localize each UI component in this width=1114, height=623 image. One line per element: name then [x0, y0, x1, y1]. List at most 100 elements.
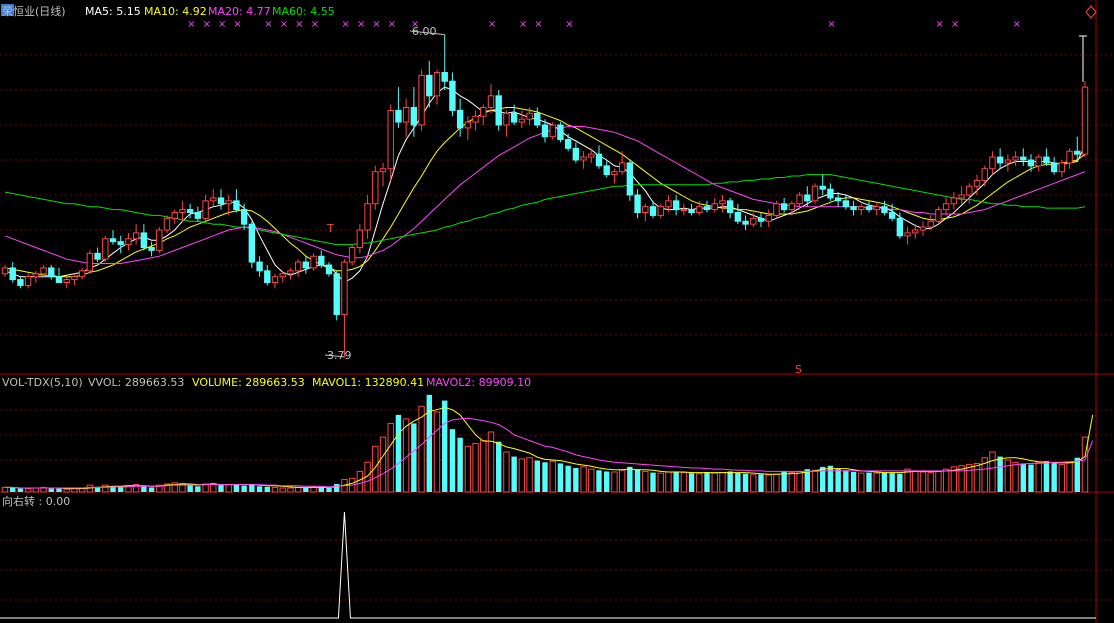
candle-body: [541, 124, 549, 138]
candle-body: [603, 165, 610, 176]
volume-bar: [735, 472, 741, 492]
signal-x-marker: ×: [264, 19, 272, 30]
candle-body: [1004, 159, 1012, 164]
candle-body: [564, 139, 572, 149]
volume-bar: [665, 471, 672, 493]
candle-body: [63, 279, 70, 284]
volume-bar: [534, 460, 540, 492]
candle-body: [310, 255, 317, 269]
volume-bar: [287, 487, 294, 493]
candle-body: [102, 238, 109, 260]
stock-chart: × × × × × × × × × × × × × × × × × × × × × 荣恒业(日线) MA5: 5.15 …: [0, 0, 1114, 623]
volume-bar: [973, 462, 981, 493]
candle-body: [912, 229, 919, 234]
signal-x-marker: ×: [534, 19, 542, 30]
candle-body: [742, 220, 749, 225]
candle-body: [1066, 150, 1073, 164]
candle-body: [750, 217, 757, 225]
candle-body: [819, 185, 826, 190]
signal-x-marker: ×: [488, 19, 496, 30]
candle-body: [279, 273, 286, 278]
candle-body: [711, 203, 718, 211]
volume-bar: [102, 484, 109, 493]
candle-body: [410, 107, 418, 126]
candle-body: [580, 156, 587, 161]
signal-x-marker: ×: [295, 19, 303, 30]
vvol-label: VVOL: 289663.53: [88, 376, 184, 389]
candle-body: [611, 171, 618, 176]
candle-body: [672, 200, 680, 211]
volume-bar: [912, 470, 919, 493]
volume-bar: [858, 472, 865, 493]
candle-body: [1043, 156, 1050, 164]
candle-body: [665, 200, 672, 208]
volume-bar: [233, 484, 240, 492]
volume-bar: [897, 473, 903, 492]
candle-body: [1081, 86, 1089, 155]
candle-body: [433, 72, 441, 97]
candle-body: [379, 168, 387, 173]
volume-bar: [796, 470, 803, 493]
volume-bar: [1004, 459, 1012, 493]
candle-body: [487, 95, 495, 109]
volume-header: VOL-TDX(5,10) VVOL: 289663.53 VOLUME: 28…: [2, 376, 531, 389]
volume-bar: [1043, 461, 1050, 492]
candle-body: [996, 156, 1004, 164]
candle-body: [372, 171, 379, 205]
candle-body: [919, 226, 927, 231]
volume-bar: [696, 473, 703, 493]
candle-body: [418, 74, 425, 126]
candle-body: [202, 200, 209, 219]
candle-body: [78, 270, 86, 278]
volume-bar: [966, 464, 973, 493]
volume-bar: [225, 484, 232, 493]
candle-body: [757, 217, 765, 222]
volume-bar: [118, 486, 124, 492]
candle-body: [449, 80, 456, 111]
volume-bar: [727, 471, 733, 492]
candle-body: [495, 95, 502, 126]
volume-bar: [688, 473, 695, 492]
candle-body: [927, 220, 934, 228]
candle-body: [618, 162, 626, 173]
volume-bar: [10, 488, 16, 492]
candle-body: [680, 209, 688, 212]
signal-x-marker: ×: [357, 19, 365, 30]
candle-body: [510, 112, 518, 123]
candle-body: [1050, 162, 1058, 173]
candle-body: [634, 194, 641, 213]
volume-bar: [549, 460, 556, 493]
volume-bar: [788, 472, 796, 493]
candle-body: [503, 112, 510, 126]
candle-body: [240, 209, 248, 225]
candle-body: [402, 107, 410, 123]
volume-bar: [256, 486, 263, 492]
volume-bar: [387, 422, 394, 493]
volume-bar: [811, 469, 819, 493]
candle-body: [827, 188, 834, 199]
volume-bar: [442, 400, 448, 492]
volume-bar: [634, 469, 641, 492]
candle-body: [456, 109, 464, 129]
candle-body: [387, 109, 394, 170]
volume-bar: [303, 488, 309, 492]
volume-bar: [294, 486, 302, 493]
candle-body: [356, 229, 364, 248]
candle-body: [171, 212, 178, 219]
signal-x-marker: ×: [280, 19, 288, 30]
candle-body: [696, 206, 703, 214]
volume-bar: [63, 488, 70, 493]
volume-bar: [596, 470, 602, 492]
candle-body: [858, 206, 865, 211]
candle-body: [1020, 156, 1027, 161]
volume-bar: [704, 472, 710, 492]
candle-body: [55, 276, 63, 283]
volume-bar: [218, 485, 224, 492]
ma20-label: MA20: 4.77: [208, 5, 271, 18]
volume-bar: [518, 458, 526, 493]
volume-bar: [271, 486, 279, 493]
volume-bar: [742, 473, 749, 492]
candle-body: [186, 209, 194, 213]
candle-body: [341, 261, 348, 316]
volume-bar: [618, 469, 626, 493]
